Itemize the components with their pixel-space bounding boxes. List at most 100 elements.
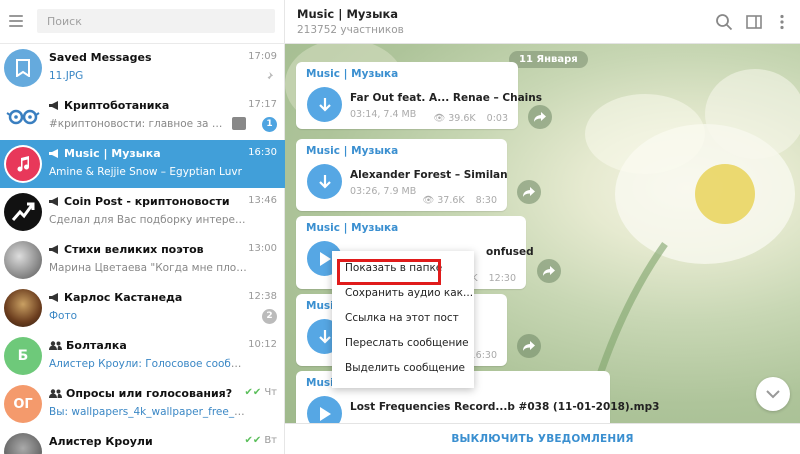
chat-time: 10:12 — [248, 339, 277, 350]
chat-name: Coin Post - криптоновости — [64, 195, 230, 208]
more-options-icon[interactable] — [773, 13, 791, 31]
chat-name: Болталка — [66, 339, 127, 352]
views-eye-icon: 👁 — [422, 195, 435, 206]
channel-megaphone-icon — [49, 101, 58, 110]
chat-name: Алистер Кроули — [49, 435, 153, 448]
glasses-logo-icon — [6, 109, 40, 125]
search-icon[interactable] — [715, 13, 733, 31]
trend-arrow-icon — [11, 202, 35, 221]
chat-item-boltalka[interactable]: Б Болталка 10:12 Алистер Кроули: Голосов… — [0, 332, 285, 380]
audio-meta: 03:26, 7.9 MB — [350, 186, 417, 197]
read-check-icon: ✔✔ — [244, 387, 262, 398]
chat-name: Опросы или голосования? — [66, 387, 233, 400]
chat-name: Стихи великих поэтов — [64, 243, 204, 256]
chat-name: Saved Messages — [49, 51, 152, 64]
message-time: 8:30 — [475, 195, 497, 206]
share-button[interactable] — [517, 334, 541, 358]
chat-item-kriptobotanika[interactable]: Криптоботаника 17:17 #криптоновости: гла… — [0, 92, 285, 140]
share-button[interactable] — [517, 180, 541, 204]
chat-name: Карлос Кастанеда — [64, 291, 183, 304]
pin-icon — [264, 71, 274, 82]
castaneda-avatar — [4, 289, 42, 327]
chat-item-polls[interactable]: ОГ Опросы или голосования? ✔✔ Чт Вы: wall… — [0, 380, 285, 428]
chevron-down-icon — [766, 389, 780, 398]
hamburger-menu-icon[interactable] — [9, 15, 23, 27]
chat-time: 12:38 — [248, 291, 277, 302]
chat-title[interactable]: Music | Музыка — [297, 7, 398, 21]
chat-preview: Amine & Rejjie Snow – Egyptian Luvr — [49, 166, 242, 178]
download-arrow-icon — [318, 174, 331, 189]
share-arrow-icon — [523, 341, 535, 351]
message-context-menu: Показать в папке Сохранить аудио как... … — [332, 251, 474, 388]
sidebar-search-bar — [0, 0, 285, 44]
channel-megaphone-icon — [49, 293, 58, 302]
audio-message[interactable]: Music | Музыка Far Out feat. A... Renae … — [296, 62, 542, 129]
chat-item-crowley[interactable]: Алистер Кроули ✔✔ Вт — [0, 428, 285, 454]
chat-item-saved-messages[interactable]: Saved Messages 17:09 11.JPG — [0, 44, 285, 92]
sidebar-toggle-icon[interactable] — [745, 13, 763, 31]
chat-time: 13:46 — [248, 195, 277, 206]
chat-preview: Марина Цветаева "Когда мне плохо — дума.… — [49, 262, 249, 274]
chat-time: 13:00 — [248, 243, 277, 254]
download-audio-button[interactable] — [307, 87, 342, 122]
message-channel-name[interactable]: Music | Музыка — [306, 145, 398, 157]
menu-item-copy-post-link[interactable]: Ссылка на этот пост — [332, 306, 474, 331]
message-time: 12:30 — [488, 273, 516, 284]
views-eye-icon: 👁 — [433, 113, 446, 124]
chat-item-coin-post[interactable]: Coin Post - криптоновости 13:46 Сделал д… — [0, 188, 285, 236]
share-button[interactable] — [528, 105, 552, 129]
preview-thumbnail — [232, 117, 246, 130]
audio-title: Far Out feat. A... Renae – Chains — [350, 92, 542, 104]
chat-preview: Вы: wallpapers_4k_wallpaper_free_blue.jp… — [49, 406, 249, 418]
menu-item-forward-message[interactable]: Переслать сообщение — [332, 331, 474, 356]
chat-item-music[interactable]: Music | Музыка 16:30 Amine & Rejjie Snow… — [0, 140, 285, 188]
share-button[interactable] — [537, 259, 561, 283]
play-audio-button[interactable] — [307, 396, 342, 423]
search-input[interactable] — [37, 9, 275, 33]
polls-avatar: ОГ — [4, 385, 42, 423]
download-arrow-icon — [318, 97, 331, 112]
unread-badge: 1 — [262, 117, 277, 132]
music-note-icon — [17, 156, 29, 172]
group-people-icon — [49, 341, 62, 350]
date-separator-badge: 11 Января — [509, 51, 588, 68]
coin-post-avatar — [4, 193, 42, 231]
kriptobotanika-avatar — [4, 97, 42, 135]
menu-item-show-in-folder[interactable]: Показать в папке — [332, 256, 474, 285]
chat-item-poetry[interactable]: Стихи великих поэтов 13:00 Марина Цветае… — [0, 236, 285, 284]
mute-notifications-bar[interactable]: ВЫКЛЮЧИТЬ УВЕДОМЛЕНИЯ — [285, 423, 800, 454]
share-arrow-icon — [534, 112, 546, 122]
mute-notifications-button[interactable]: ВЫКЛЮЧИТЬ УВЕДОМЛЕНИЯ — [451, 433, 633, 445]
chat-item-castaneda[interactable]: Карлос Кастанеда 12:38 Фото 2 — [0, 284, 285, 332]
chat-list-sidebar: Saved Messages 17:09 11.JPG Криптоботани… — [0, 0, 285, 454]
music-channel-avatar — [4, 145, 42, 183]
chat-preview: Сделал для Вас подборку интересных стате… — [49, 214, 249, 226]
chat-name: Криптоботаника — [64, 99, 170, 112]
menu-item-select-message[interactable]: Выделить сообщение — [332, 356, 474, 381]
message-channel-name[interactable]: Music | Музыка — [306, 68, 398, 80]
member-count: 213752 участников — [297, 24, 404, 36]
message-channel-name[interactable]: Music | Музыка — [306, 222, 398, 234]
chat-preview: Фото — [49, 310, 78, 322]
share-arrow-icon — [543, 266, 555, 276]
audio-meta: 03:14, 7.4 MB — [350, 109, 417, 120]
group-people-icon — [49, 389, 62, 398]
view-count: 37.6K — [437, 195, 465, 206]
chat-preview: 11.JPG — [49, 70, 84, 82]
share-arrow-icon — [523, 187, 535, 197]
channel-megaphone-icon — [49, 149, 58, 158]
message-time: 0:03 — [486, 113, 508, 124]
download-audio-button[interactable] — [307, 164, 342, 199]
audio-title: onfused — [486, 246, 534, 258]
chat-time: 16:30 — [248, 147, 277, 158]
download-arrow-icon — [318, 329, 331, 344]
play-icon — [319, 251, 331, 266]
audio-message[interactable]: Music | Музыка Alexander Forest – Simila… — [296, 139, 508, 211]
audio-title: Lost Frequencies Record...b #038 (11-01-… — [350, 401, 660, 413]
scroll-to-bottom-button[interactable] — [756, 377, 790, 411]
chat-time: Вт — [264, 435, 277, 446]
read-check-icon: ✔✔ — [244, 435, 262, 446]
poetry-channel-avatar — [4, 241, 42, 279]
view-count: 39.6K — [448, 113, 476, 124]
channel-megaphone-icon — [49, 197, 58, 206]
